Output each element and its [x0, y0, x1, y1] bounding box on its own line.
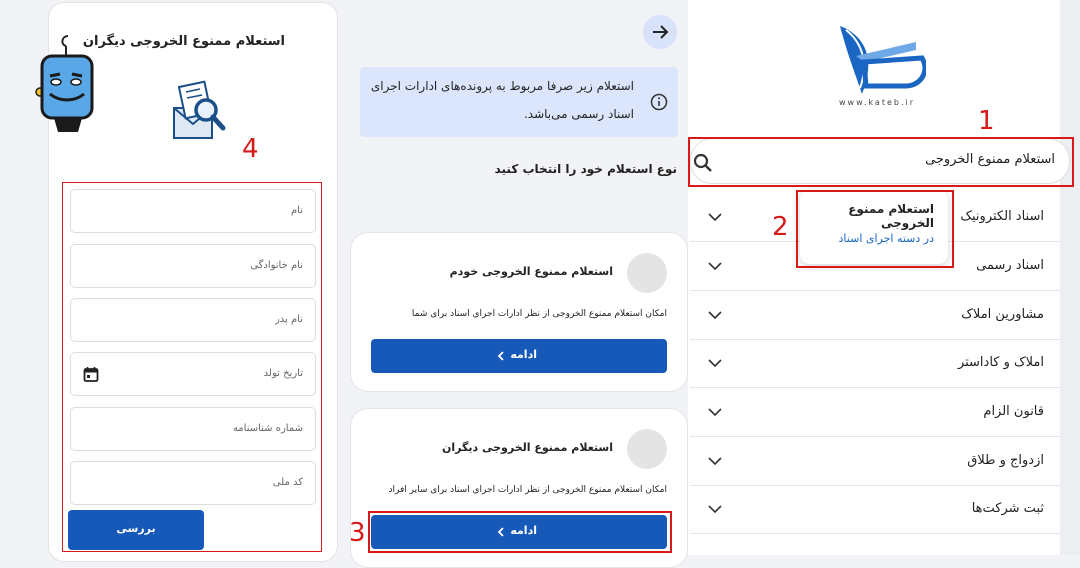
inquiry-type-heading: نوع استعلام خود را انتخاب کنید	[494, 162, 677, 176]
info-icon	[650, 93, 668, 111]
menu-item-label: املاک و کاداستر	[957, 355, 1044, 370]
continue-label: ادامه	[510, 348, 537, 361]
arrow-right-icon	[653, 25, 669, 39]
menu-item[interactable]: املاک و کاداستر	[690, 340, 1060, 388]
chevron-down-icon	[708, 457, 722, 466]
card-avatar	[627, 253, 667, 293]
continue-button[interactable]: ادامه	[371, 339, 667, 373]
annotation-number-2: 2	[772, 212, 789, 242]
menu-item[interactable]: قانون الزام	[690, 389, 1060, 437]
menu-item-label: اسناد الکترونیک	[960, 209, 1044, 224]
info-notice: استعلام زیر صرفا مربوط به پرونده‌های ادا…	[360, 67, 678, 137]
chevron-down-icon	[708, 505, 722, 514]
annotation-box-1	[688, 137, 1074, 187]
back-button[interactable]	[643, 15, 677, 49]
card-description: امکان استعلام ممنوع الخروجی از نظر ادارا…	[411, 309, 667, 319]
menu-item[interactable]: ازدواج و طلاق	[690, 438, 1060, 486]
inquiry-card-self: استعلام ممنوع الخروجی خودم امکان استعلام…	[350, 232, 688, 392]
document-search-icon	[173, 80, 226, 139]
annotation-box-3	[368, 511, 672, 553]
logo-caption: www.kateb.ir	[838, 98, 916, 107]
chevron-down-icon	[708, 359, 722, 368]
annotation-number-3: 3	[349, 518, 366, 548]
annotation-number-1: 1	[978, 106, 995, 136]
card-title: استعلام ممنوع الخروجی خودم	[449, 265, 613, 278]
annotation-number-4: 4	[242, 134, 259, 164]
menu-item[interactable]: ثبت شرکت‌ها	[690, 486, 1060, 534]
card-description: امکان استعلام ممنوع الخروجی از نظر ادارا…	[388, 485, 668, 495]
menu-item-label: مشاورین املاک	[961, 307, 1044, 322]
menu-item-label: ثبت شرکت‌ها	[971, 501, 1044, 516]
chevron-down-icon	[708, 213, 722, 222]
page-edge	[1060, 0, 1080, 555]
annotation-box-4	[62, 182, 322, 552]
info-text-line1: استعلام زیر صرفا مربوط به پرونده‌های ادا…	[370, 79, 634, 93]
info-text-line2: اسناد رسمی می‌باشد.	[523, 107, 634, 121]
menu-item[interactable]: مشاورین املاک	[690, 292, 1060, 340]
annotation-box-2	[796, 190, 954, 268]
chevron-down-icon	[708, 408, 722, 417]
form-title: استعلام ممنوع الخروجی دیگران	[82, 34, 285, 49]
mascot-icon	[35, 35, 94, 132]
card-title: استعلام ممنوع الخروجی دیگران	[441, 441, 613, 454]
menu-item-label: ازدواج و طلاق	[967, 453, 1044, 468]
chevron-down-icon	[708, 311, 722, 320]
card-avatar	[627, 429, 667, 469]
menu-item-label: قانون الزام	[983, 404, 1044, 419]
chevron-left-icon	[497, 351, 504, 361]
chevron-down-icon	[708, 262, 722, 271]
menu-item-label: اسناد رسمی	[976, 258, 1044, 273]
